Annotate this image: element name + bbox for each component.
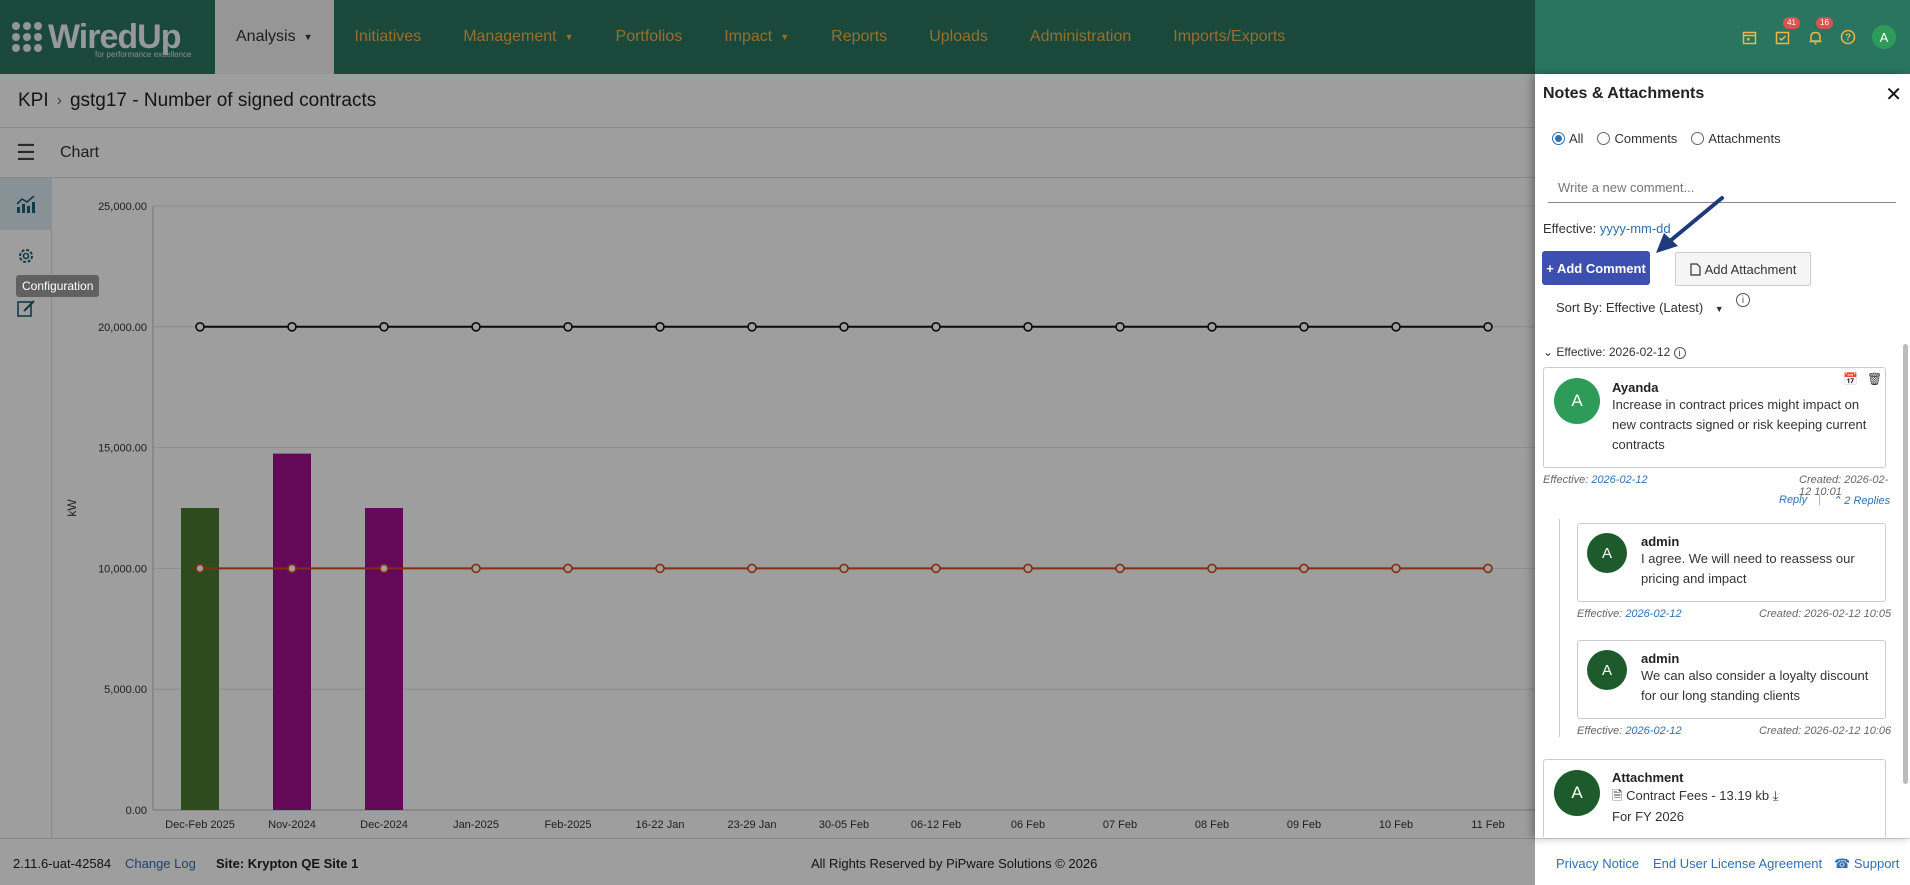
- calendar-icon[interactable]: [1740, 28, 1758, 46]
- download-icon[interactable]: ⤓: [1773, 788, 1779, 803]
- filter-attachments[interactable]: Attachments: [1691, 131, 1781, 146]
- replies-count: 2 Replies: [1844, 495, 1891, 507]
- reply-text: I agree. We will need to reassess our pr…: [1641, 551, 1855, 586]
- notes-attachments-panel: Notes & Attachments ✕ All Comments Attac…: [1535, 74, 1910, 838]
- reply-link[interactable]: Reply: [1779, 494, 1807, 506]
- sort-label: Sort By: Effective (Latest): [1556, 300, 1704, 315]
- separator: |: [1818, 494, 1821, 506]
- reply-author: admin: [1641, 534, 1680, 549]
- avatar: A: [1587, 533, 1627, 573]
- effective-label: Effective:: [1543, 221, 1597, 236]
- reply-card: A admin We can also consider a loyalty d…: [1577, 640, 1886, 719]
- eula-link[interactable]: End User License Agreement: [1653, 856, 1822, 871]
- svg-text:?: ?: [1845, 33, 1851, 44]
- support-icon: ☎: [1834, 856, 1851, 871]
- info-icon: i: [1673, 347, 1686, 359]
- avatar: A: [1554, 378, 1600, 424]
- modal-overlay[interactable]: [0, 0, 1535, 885]
- pointer-arrow-icon: [1656, 196, 1724, 253]
- configuration-tooltip: Configuration: [16, 275, 100, 297]
- help-icon[interactable]: ?: [1839, 28, 1857, 46]
- reply-created: Created: 2026-02-12 10:06: [1759, 725, 1892, 737]
- comment-text: Increase in contract prices might impact…: [1612, 397, 1867, 452]
- reply-effective-date[interactable]: 2026-02-12: [1625, 608, 1681, 620]
- radio-all[interactable]: [1552, 132, 1565, 145]
- radio-attachments[interactable]: [1691, 132, 1705, 145]
- notes-list: ⌄ Effective: 2026-02-12 i A Ayanda Incre…: [1543, 337, 1893, 837]
- comment-card: A Ayanda Increase in contract prices mig…: [1543, 367, 1886, 468]
- reply-effective-date[interactable]: 2026-02-12: [1625, 725, 1681, 737]
- replies-toggle[interactable]: ⌃ 2 Replies: [1832, 494, 1890, 507]
- chevron-up-icon: ⌃: [1832, 495, 1842, 507]
- caret-down-icon: ▼: [1714, 304, 1724, 314]
- user-avatar[interactable]: A: [1872, 25, 1896, 49]
- filter-comments[interactable]: Comments: [1597, 131, 1677, 146]
- meta-eff-label: Effective:: [1577, 608, 1623, 620]
- panel-scrollbar[interactable]: [1903, 344, 1908, 784]
- reply-author: admin: [1641, 651, 1680, 666]
- meta-eff-label: Effective:: [1577, 725, 1623, 737]
- avatar: A: [1587, 650, 1627, 690]
- attachment-file[interactable]: 🗎 Contract Fees - 13.19 kb ⤓: [1612, 786, 1779, 806]
- close-icon[interactable]: ✕: [1885, 82, 1902, 107]
- reply-created: Created: 2026-02-12 10:05: [1759, 608, 1892, 620]
- privacy-link[interactable]: Privacy Notice: [1556, 856, 1639, 871]
- info-icon[interactable]: i: [1736, 293, 1750, 307]
- bell-icon[interactable]: 16: [1806, 17, 1833, 46]
- delete-icon[interactable]: 🗑: [1867, 372, 1882, 386]
- filter-all[interactable]: All: [1552, 131, 1583, 146]
- filter-radios: All Comments Attachments: [1552, 131, 1781, 146]
- group-header-label: Effective: 2026-02-12: [1556, 345, 1671, 359]
- top-icons: 41 16 ? A: [1740, 0, 1896, 74]
- attachment-note: For FY 2026: [1612, 809, 1685, 824]
- group-header[interactable]: ⌄ Effective: 2026-02-12 i: [1543, 345, 1686, 359]
- add-comment-button[interactable]: + Add Comment: [1542, 251, 1650, 285]
- tasks-badge: 41: [1783, 17, 1800, 29]
- avatar: A: [1554, 770, 1600, 816]
- comment-author: Ayanda: [1612, 380, 1659, 395]
- support-link[interactable]: ☎ Support: [1834, 856, 1899, 872]
- sort-dropdown[interactable]: Sort By: Effective (Latest) ▼: [1556, 300, 1724, 315]
- panel-title: Notes & Attachments: [1543, 85, 1705, 102]
- notifications-badge: 16: [1816, 17, 1833, 29]
- reply-card: A admin I agree. We will need to reasses…: [1577, 523, 1886, 602]
- filter-comments-label: Comments: [1614, 131, 1678, 146]
- filter-all-label: All: [1569, 131, 1584, 146]
- reply-meta: Effective: 2026-02-12: [1577, 608, 1682, 620]
- tasks-icon[interactable]: 41: [1773, 17, 1800, 46]
- radio-comments[interactable]: [1597, 132, 1611, 145]
- add-comment-button-wrap: + Add Comment: [1538, 246, 1654, 290]
- comment-effective-date[interactable]: 2026-02-12: [1591, 474, 1647, 486]
- attachment-card: A Attachment 🗎 Contract Fees - 13.19 kb …: [1543, 759, 1886, 837]
- chevron-down-icon: ⌄: [1543, 345, 1554, 359]
- attachment-file-name: Contract Fees - 13.19 kb: [1626, 788, 1770, 803]
- thread-line: [1559, 519, 1560, 737]
- comment-meta: Effective: 2026-02-12: [1543, 474, 1648, 486]
- filter-attachments-label: Attachments: [1708, 131, 1781, 146]
- reply-text: We can also consider a loyalty discount …: [1641, 668, 1869, 703]
- calendar-icon[interactable]: 📅: [1843, 372, 1858, 386]
- reply-meta: Effective: 2026-02-12: [1577, 725, 1682, 737]
- file-icon: 🗎: [1612, 788, 1623, 803]
- meta-eff-label: Effective:: [1543, 474, 1589, 486]
- attachment-author: Attachment: [1612, 770, 1684, 785]
